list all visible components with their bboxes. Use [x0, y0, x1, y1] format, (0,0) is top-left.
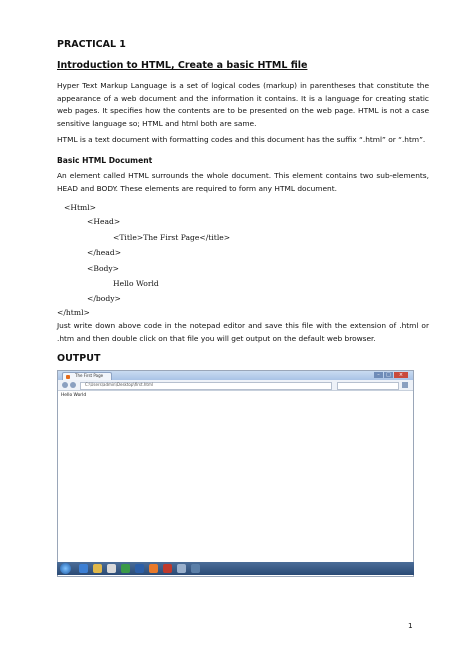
pdf-icon	[163, 564, 172, 573]
search-bar	[337, 382, 399, 390]
folder-icon	[93, 564, 102, 573]
media-icon	[107, 564, 116, 573]
code-line: <Html>	[64, 203, 97, 212]
ie-icon	[79, 564, 88, 573]
suffix-paragraph: HTML is a text document with formatting …	[57, 135, 426, 144]
forward-icon	[70, 382, 76, 388]
practical-heading: PRACTICAL 1	[57, 39, 126, 50]
maximize-icon: □	[384, 372, 393, 378]
back-icon	[62, 382, 68, 388]
window-icon	[191, 564, 200, 573]
basic-html-subheading: Basic HTML Document	[57, 156, 153, 165]
firefox-icon	[66, 375, 70, 379]
instructions-paragraph: Just write down above code in the notepa…	[57, 321, 429, 343]
document-page: PRACTICAL 1 Introduction to HTML, Create…	[0, 0, 474, 670]
code-line: </head>	[87, 248, 122, 257]
start-icon	[60, 563, 71, 574]
code-line: </body>	[87, 294, 121, 303]
code-line: <Head>	[87, 217, 121, 226]
address-text: C:\Users\admin\Desktop\first.html	[85, 382, 153, 387]
tab-title: The First Page	[75, 373, 104, 378]
intro-paragraph: Hyper Text Markup Language is a set of l…	[57, 81, 429, 128]
code-line: Hello World	[113, 279, 159, 288]
code-line: </html>	[57, 308, 90, 317]
windows-taskbar	[57, 562, 414, 575]
browser-content: Hello World	[61, 393, 87, 398]
browser-navbar: C:\Users\admin\Desktop\first.html	[58, 380, 413, 391]
intro-title: Introduction to HTML, Create a basic HTM…	[57, 60, 308, 71]
app-icon	[121, 564, 130, 573]
firefox-taskbar-icon	[149, 564, 158, 573]
elements-paragraph: An element called HTML surrounds the who…	[57, 171, 429, 193]
browser-titlebar: The First Page – □ ×	[58, 371, 413, 381]
address-bar: C:\Users\admin\Desktop\first.html	[80, 382, 332, 390]
window-icon	[177, 564, 186, 573]
word-icon	[135, 564, 144, 573]
code-line: <Body>	[87, 264, 120, 273]
home-icon	[402, 382, 408, 388]
minimize-icon: –	[374, 372, 383, 378]
page-number: 1	[408, 621, 413, 630]
code-line: <Title>The First Page</title>	[113, 233, 231, 242]
close-icon: ×	[394, 372, 408, 378]
output-heading: OUTPUT	[57, 353, 101, 364]
browser-screenshot: The First Page – □ × C:\Users\admin\Desk…	[57, 370, 414, 577]
